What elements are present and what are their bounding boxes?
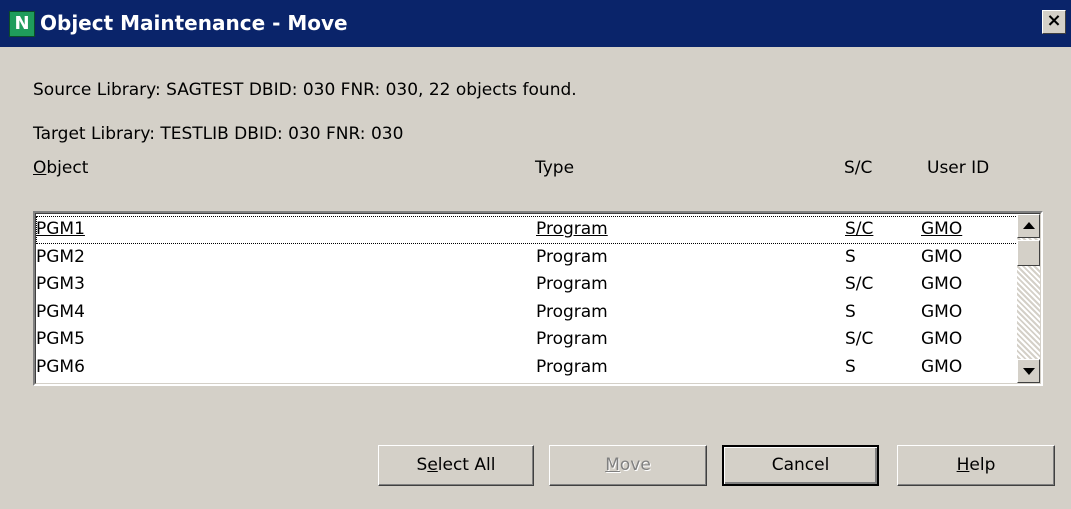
object-rows: PGM1 Program S/C GMO PGM2 Program S GMO PGM3 Prog… — [36, 216, 1020, 382]
select-all-button[interactable]: Select All — [378, 445, 534, 486]
object-type-cell: Program — [536, 274, 608, 295]
close-button[interactable]: × — [1042, 10, 1066, 34]
object-sc-cell: S — [845, 246, 856, 267]
vertical-scrollbar[interactable] — [1017, 214, 1040, 383]
column-header-object: Object — [33, 158, 88, 178]
object-name-cell: PGM4 — [36, 301, 85, 322]
object-sc-cell: S/C — [845, 219, 874, 239]
column-header-user-id: User ID — [927, 158, 990, 178]
object-user-cell: GMO — [921, 274, 963, 295]
object-name-cell: PGM6 — [36, 356, 85, 377]
object-type-cell: Program — [536, 356, 608, 377]
column-header-sc: S/C — [844, 158, 873, 178]
list-item[interactable]: PGM4 Program S GMO — [36, 299, 1020, 327]
app-icon: N — [9, 11, 35, 37]
column-header-type: Type — [535, 158, 575, 178]
scroll-down-button[interactable] — [1017, 359, 1040, 383]
object-user-cell: GMO — [921, 329, 963, 350]
object-type-cell: Program — [536, 246, 608, 267]
object-listbox[interactable]: PGM1 Program S/C GMO PGM2 Program S GMO PGM3 Prog… — [33, 211, 1043, 386]
list-item[interactable]: PGM1 Program S/C GMO — [36, 216, 1020, 244]
list-item[interactable]: PGM6 Program S GMO — [36, 354, 1020, 382]
window-title: Object Maintenance - Move — [40, 11, 348, 35]
object-sc-cell: S — [845, 356, 856, 377]
object-name-cell: PGM1 — [36, 219, 85, 239]
object-type-cell: Program — [536, 219, 608, 239]
object-user-cell: GMO — [921, 219, 963, 239]
object-sc-cell: S/C — [845, 329, 874, 350]
title-bar: N Object Maintenance - Move × — [0, 0, 1071, 47]
list-item[interactable]: PGM5 Program S/C GMO — [36, 326, 1020, 354]
object-user-cell: GMO — [921, 246, 963, 267]
mnemonic: O — [33, 158, 47, 178]
scroll-thumb[interactable] — [1017, 240, 1040, 266]
help-button[interactable]: Help — [897, 445, 1055, 486]
arrow-down-icon — [1023, 368, 1035, 375]
object-name-cell: PGM5 — [36, 329, 85, 350]
list-item[interactable]: PGM3 Program S/C GMO — [36, 271, 1020, 299]
object-name-cell: PGM3 — [36, 274, 85, 295]
object-user-cell: GMO — [921, 301, 963, 322]
cancel-button[interactable]: Cancel — [722, 445, 879, 486]
object-name-cell: PGM2 — [36, 246, 85, 267]
arrow-up-icon — [1023, 222, 1035, 229]
object-type-cell: Program — [536, 301, 608, 322]
object-sc-cell: S — [845, 301, 856, 322]
object-sc-cell: S/C — [845, 274, 874, 295]
object-type-cell: Program — [536, 329, 608, 350]
object-user-cell: GMO — [921, 356, 963, 377]
source-library-info: Source Library: SAGTEST DBID: 030 FNR: 0… — [33, 80, 577, 100]
scroll-up-button[interactable] — [1017, 214, 1040, 238]
target-library-info: Target Library: TESTLIB DBID: 030 FNR: 0… — [33, 124, 404, 144]
list-item[interactable]: PGM2 Program S GMO — [36, 244, 1020, 272]
move-button[interactable]: Move — [549, 445, 707, 486]
column-header-object-label: bject — [46, 158, 89, 178]
close-icon: × — [1046, 10, 1062, 31]
